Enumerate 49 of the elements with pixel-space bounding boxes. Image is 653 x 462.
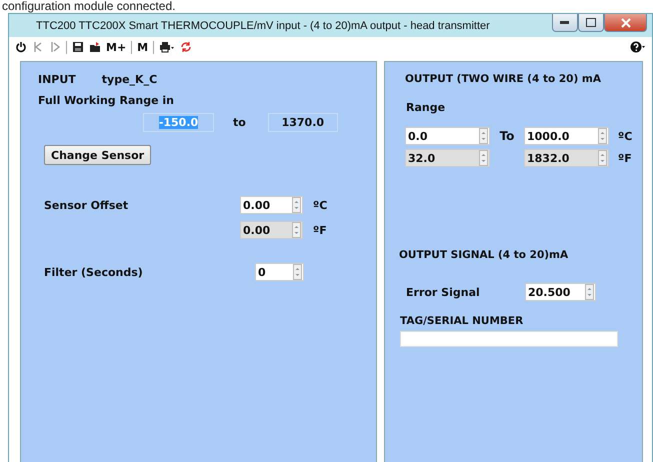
spin-field[interactable]: 0.00: [240, 196, 303, 214]
to-label: To: [498, 129, 516, 143]
tag-input-field[interactable]: [400, 331, 618, 347]
range-label: Range: [406, 101, 446, 114]
error-signal-label: Error Signal: [406, 286, 481, 298]
range-to-field[interactable]: 1370.0: [268, 113, 338, 132]
help-icon[interactable]: [630, 41, 646, 53]
sensor-type: type_K_C: [102, 73, 158, 86]
spin-arrows-icon[interactable]: [292, 197, 301, 213]
unit-label: ºC: [618, 130, 632, 142]
save-icon[interactable]: [72, 41, 84, 53]
window-title: TTC200 TTC200X Smart THERMOCOUPLE/mV input - (4 to 20)mA output - head transmitter: [35, 20, 490, 32]
forward-arrow-icon[interactable]: [49, 41, 61, 53]
range-to-value: 1370.0: [282, 116, 324, 129]
spin-arrows-icon[interactable]: [479, 128, 488, 144]
folder-icon[interactable]: [89, 41, 101, 53]
close-icon: [620, 18, 630, 28]
refresh-icon[interactable]: [180, 41, 192, 53]
minimize-icon: [560, 20, 570, 24]
unit-label: ºC: [313, 198, 328, 212]
spin-field[interactable]: 0.0: [405, 127, 490, 145]
output-heading: OUTPUT (TWO WIRE (4 to 20) mA: [405, 73, 601, 85]
power-icon[interactable]: [15, 41, 27, 53]
input-heading: INPUT: [38, 73, 76, 86]
unit-label: ºF: [313, 224, 327, 236]
back-arrow-icon[interactable]: [32, 41, 44, 53]
maximize-button[interactable]: [578, 14, 604, 32]
spin-arrows-icon[interactable]: [293, 264, 302, 280]
minimize-button[interactable]: [552, 14, 578, 32]
spin-field[interactable]: 0: [255, 263, 304, 281]
signal-heading: OUTPUT SIGNAL (4 to 20)mA: [399, 249, 568, 261]
filter-label: Filter (Seconds): [44, 266, 144, 278]
unit-label: ºF: [618, 152, 632, 164]
change-sensor-button[interactable]: Change Sensor: [44, 145, 152, 165]
range-label: Full Working Range in: [38, 94, 174, 107]
spin-field[interactable]: 20.500: [525, 283, 596, 301]
tag-label: TAG/SERIAL NUMBER: [400, 315, 524, 327]
offset-label: Sensor Offset: [44, 198, 130, 212]
spin-arrows-icon[interactable]: [585, 284, 594, 300]
spin-field[interactable]: 1000.0: [524, 127, 609, 145]
spin-arrows-icon[interactable]: [598, 128, 607, 144]
to-label: to: [233, 116, 246, 129]
close-button[interactable]: [604, 14, 647, 32]
range-from-value: -150.0: [158, 116, 198, 129]
maximize-icon: [586, 18, 596, 27]
printer-icon[interactable]: [159, 41, 176, 53]
memory-button[interactable]: M: [137, 40, 148, 54]
caption-text: configuration module connected.: [1, 0, 176, 13]
memory-button[interactable]: M+: [106, 40, 126, 54]
